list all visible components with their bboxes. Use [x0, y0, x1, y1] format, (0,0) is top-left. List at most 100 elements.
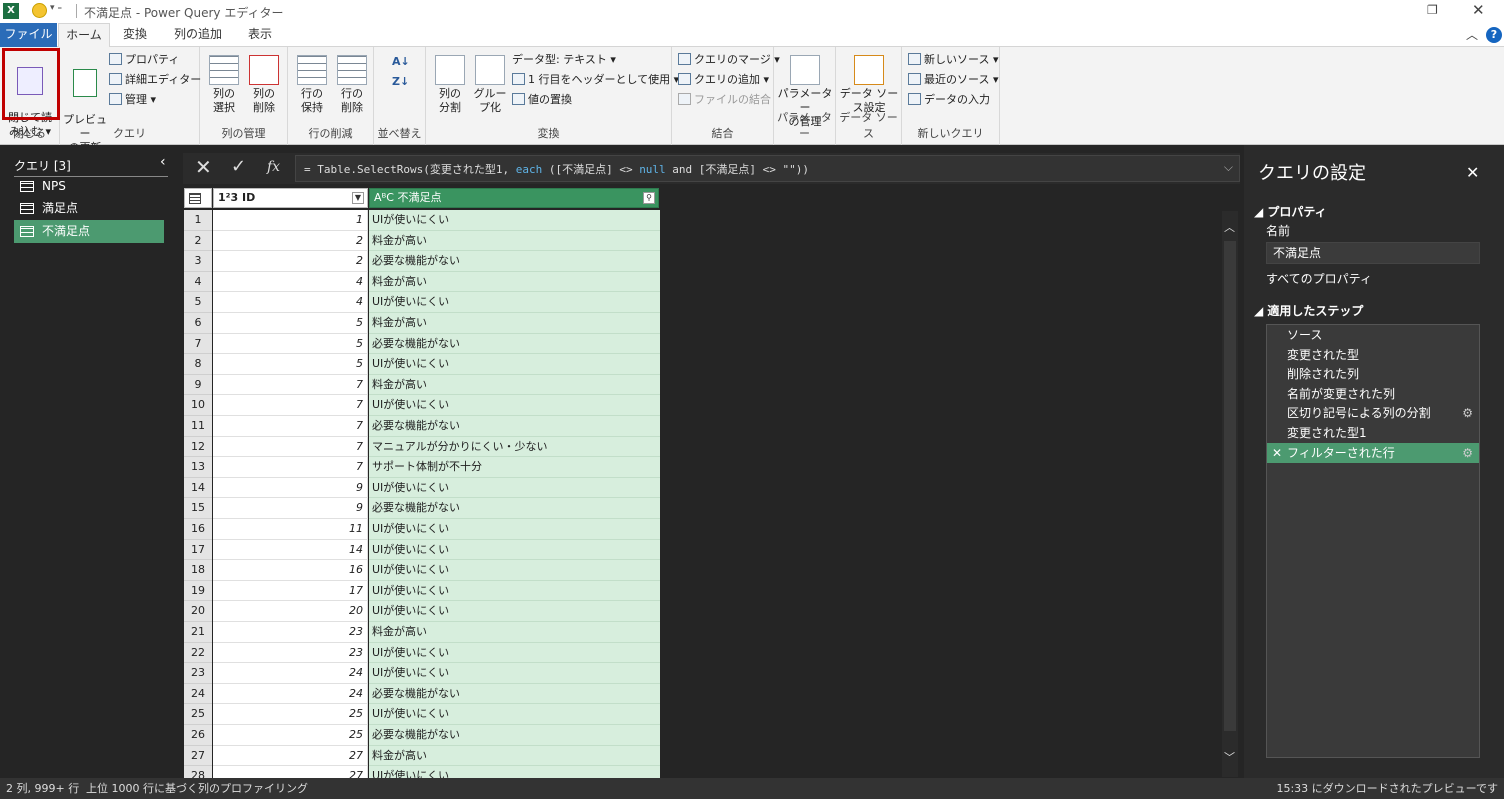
table-row[interactable]: 23 24 UIが使いにくい	[184, 663, 660, 684]
cell-id[interactable]: 23	[213, 622, 368, 643]
table-menu-icon[interactable]	[184, 188, 212, 208]
step-changed-type[interactable]: 変更された型	[1267, 345, 1479, 365]
cell-id[interactable]: 7	[213, 436, 368, 458]
advanced-editor-button[interactable]: 詳細エディター	[109, 71, 201, 89]
status-profiling[interactable]: 上位 1000 行に基づく列のプロファイリング	[86, 778, 308, 799]
table-row[interactable]: 1 1 UIが使いにくい	[184, 210, 660, 231]
use-first-row-headers-button[interactable]: 1 行目をヘッダーとして使用 ▾	[512, 71, 679, 89]
table-row[interactable]: 12 7 マニュアルが分かりにくい・少ない	[184, 436, 660, 458]
cell-dissatisfaction[interactable]: UIが使いにくい	[369, 663, 660, 684]
gear-icon[interactable]: ⚙	[1462, 403, 1473, 423]
remove-rows-button[interactable]: 行の 削除	[332, 55, 372, 115]
cell-dissatisfaction[interactable]: UIが使いにくい	[369, 395, 660, 416]
group-by-button[interactable]: グルー プ化	[470, 55, 510, 115]
table-row[interactable]: 17 14 UIが使いにくい	[184, 539, 660, 561]
sort-descending-icon[interactable]: Z↓	[392, 73, 409, 91]
cell-id[interactable]: 16	[213, 560, 368, 581]
table-row[interactable]: 19 17 UIが使いにくい	[184, 580, 660, 602]
cell-dissatisfaction[interactable]: 料金が高い	[369, 313, 660, 334]
replace-values-button[interactable]: 値の置換	[512, 91, 572, 109]
table-row[interactable]: 26 25 必要な機能がない	[184, 725, 660, 746]
table-row[interactable]: 6 5 料金が高い	[184, 313, 660, 334]
cell-id[interactable]: 7	[213, 457, 368, 478]
manage-button[interactable]: 管理 ▾	[109, 91, 156, 109]
table-row[interactable]: 15 9 必要な機能がない	[184, 498, 660, 519]
cell-dissatisfaction[interactable]: UIが使いにくい	[369, 601, 660, 622]
table-row[interactable]: 3 2 必要な機能がない	[184, 251, 660, 272]
cell-dissatisfaction[interactable]: 必要な機能がない	[369, 251, 660, 272]
cell-dissatisfaction[interactable]: 必要な機能がない	[369, 725, 660, 746]
table-row[interactable]: 7 5 必要な機能がない	[184, 333, 660, 355]
new-source-button[interactable]: 新しいソース ▾	[908, 51, 998, 69]
cell-id[interactable]: 2	[213, 251, 368, 272]
cell-id[interactable]: 7	[213, 374, 368, 396]
enter-data-button[interactable]: データの入力	[908, 91, 990, 109]
tab-add-column[interactable]: 列の追加	[167, 23, 229, 47]
cell-dissatisfaction[interactable]: UIが使いにくい	[369, 519, 660, 540]
cell-dissatisfaction[interactable]: 料金が高い	[369, 271, 660, 293]
cell-dissatisfaction[interactable]: UIが使いにくい	[369, 642, 660, 664]
cell-dissatisfaction[interactable]: UIが使いにくい	[369, 354, 660, 375]
cell-id[interactable]: 9	[213, 498, 368, 519]
step-source[interactable]: ソース	[1267, 325, 1479, 345]
data-source-settings-button[interactable]: データ ソー ス設定	[836, 55, 902, 115]
cell-id[interactable]: 7	[213, 416, 368, 437]
cell-id[interactable]: 4	[213, 292, 368, 313]
tab-home[interactable]: ホーム	[58, 23, 110, 48]
cell-id[interactable]: 27	[213, 766, 368, 778]
merge-queries-button[interactable]: クエリのマージ ▾	[678, 51, 780, 69]
cell-dissatisfaction[interactable]: 必要な機能がない	[369, 416, 660, 437]
split-column-button[interactable]: 列の 分割	[430, 55, 470, 115]
properties-button[interactable]: プロパティ	[109, 51, 179, 69]
table-row[interactable]: 9 7 料金が高い	[184, 374, 660, 396]
cell-id[interactable]: 20	[213, 601, 368, 622]
cell-id[interactable]: 5	[213, 313, 368, 334]
cell-id[interactable]: 14	[213, 539, 368, 561]
step-split-column[interactable]: 区切り記号による列の分割 ⚙	[1267, 403, 1479, 423]
table-row[interactable]: 5 4 UIが使いにくい	[184, 292, 660, 313]
all-properties-link[interactable]: すべてのプロパティ	[1266, 270, 1372, 287]
table-row[interactable]: 2 2 料金が高い	[184, 230, 660, 252]
step-filtered-rows[interactable]: ✕ フィルターされた行 ⚙	[1267, 443, 1479, 463]
tab-transform[interactable]: 変換	[113, 23, 157, 47]
table-row[interactable]: 22 23 UIが使いにくい	[184, 642, 660, 664]
sort-ascending-icon[interactable]: A↓	[392, 53, 410, 71]
data-type-dropdown[interactable]: データ型: テキスト ▾	[512, 51, 616, 69]
formula-input[interactable]: = Table.SelectRows(変更された型1, each ([不満足点]…	[295, 155, 1240, 182]
cell-dissatisfaction[interactable]: 料金が高い	[369, 374, 660, 396]
close-window-button[interactable]: ✕	[1472, 1, 1485, 19]
cell-id[interactable]: 7	[213, 395, 368, 416]
cell-dissatisfaction[interactable]: UIが使いにくい	[369, 210, 660, 231]
vertical-scrollbar[interactable]: ︿ ﹀	[1222, 211, 1238, 777]
cell-dissatisfaction[interactable]: 必要な機能がない	[369, 498, 660, 519]
scroll-thumb[interactable]	[1224, 241, 1236, 731]
filter-applied-icon[interactable]: ⚲	[643, 192, 655, 204]
cell-id[interactable]: 5	[213, 333, 368, 355]
tab-view[interactable]: 表示	[238, 23, 282, 47]
table-row[interactable]: 4 4 料金が高い	[184, 271, 660, 293]
collapse-ribbon-icon[interactable]: ︿	[1466, 26, 1478, 43]
table-row[interactable]: 14 9 UIが使いにくい	[184, 477, 660, 499]
cell-id[interactable]: 24	[213, 663, 368, 684]
table-row[interactable]: 10 7 UIが使いにくい	[184, 395, 660, 416]
cell-id[interactable]: 17	[213, 580, 368, 602]
cell-dissatisfaction[interactable]: マニュアルが分かりにくい・少ない	[369, 436, 660, 458]
table-row[interactable]: 20 20 UIが使いにくい	[184, 601, 660, 622]
cell-id[interactable]: 25	[213, 725, 368, 746]
quick-access-dropdown-icon[interactable]: ▾ ₌	[50, 3, 62, 13]
query-item-satisfaction[interactable]: 満足点	[14, 197, 164, 220]
properties-header[interactable]: ◢ プロパティ	[1254, 203, 1327, 220]
expand-formula-icon[interactable]: ⌵	[1224, 160, 1233, 175]
restore-icon[interactable]: ❐	[1427, 3, 1438, 17]
query-name-input[interactable]: 不満足点	[1266, 242, 1480, 264]
cell-dissatisfaction[interactable]: 必要な機能がない	[369, 333, 660, 355]
applied-steps-header[interactable]: ◢ 適用したステップ	[1254, 302, 1363, 319]
cell-dissatisfaction[interactable]: UIが使いにくい	[369, 292, 660, 313]
cell-id[interactable]: 2	[213, 230, 368, 252]
cell-id[interactable]: 4	[213, 271, 368, 293]
table-row[interactable]: 28 27 UIが使いにくい	[184, 766, 660, 778]
table-row[interactable]: 11 7 必要な機能がない	[184, 416, 660, 437]
cancel-icon[interactable]: ✕	[195, 155, 212, 179]
collapse-pane-icon[interactable]: ‹	[160, 154, 166, 170]
tab-file[interactable]: ファイル	[0, 23, 57, 47]
